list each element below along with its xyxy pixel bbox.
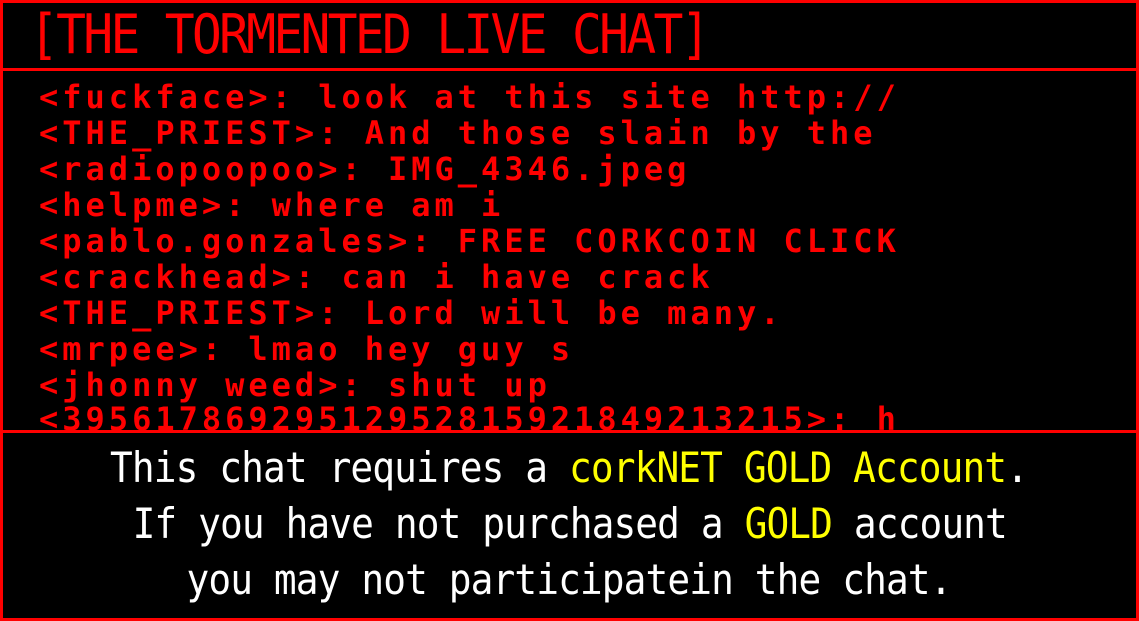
message-text: : lmao hey guy s xyxy=(201,330,575,368)
message-username: <fuckface> xyxy=(39,78,272,116)
gold-highlight: GOLD xyxy=(744,499,832,548)
message-username: <THE_PRIEST> xyxy=(39,114,319,152)
chat-window: [THE TORMENTED LIVE CHAT] <fuckface>: lo… xyxy=(0,0,1139,621)
chat-message: <fuckface>: look at this site http:// xyxy=(39,79,900,115)
message-username: <radiopoopoo> xyxy=(39,150,342,188)
chat-log[interactable]: <fuckface>: look at this site http:// <T… xyxy=(3,71,1136,433)
notice-line-1: This chat requires a corkNET GOLD Accoun… xyxy=(3,441,1136,495)
message-username: <pablo.gonzales> xyxy=(39,222,412,260)
message-text: : shut up xyxy=(341,366,551,404)
message-username: <crackhead> xyxy=(39,258,295,296)
message-text: : And those slain by the xyxy=(318,114,877,152)
message-username: <mrpee> xyxy=(39,330,202,368)
message-username: <39561786929512952815921849213215> xyxy=(39,400,831,433)
message-username: <jhonny weed> xyxy=(39,366,342,404)
message-text: : h xyxy=(830,400,900,433)
notice-text: . xyxy=(1006,443,1030,492)
chat-message: <pablo.gonzales>: FREE CORKCOIN CLICK xyxy=(39,223,900,259)
gold-account-link[interactable]: corkNET GOLD Account xyxy=(569,443,1007,492)
message-text: : can i have crack xyxy=(294,258,714,296)
chat-message: <THE_PRIEST>: And those slain by the xyxy=(39,115,877,151)
chat-title: [THE TORMENTED LIVE CHAT] xyxy=(29,3,711,66)
chat-message: <jhonny weed>: shut up xyxy=(39,367,551,403)
chat-message: <mrpee>: lmao hey guy s xyxy=(39,331,574,367)
notice-text: This chat requires a xyxy=(110,443,570,492)
message-text: : Lord will be many. xyxy=(318,294,784,332)
chat-message: <helpme>: where am i xyxy=(39,187,504,223)
message-text: : IMG_4346.jpeg xyxy=(341,150,691,188)
chat-message: <39561786929512952815921849213215>: h xyxy=(39,400,900,433)
message-text: : look at this site http:// xyxy=(271,78,900,116)
message-text: : FREE CORKCOIN CLICK xyxy=(411,222,900,260)
title-bar: [THE TORMENTED LIVE CHAT] xyxy=(3,3,1136,71)
message-username: <helpme> xyxy=(39,186,226,224)
chat-message: <radiopoopoo>: IMG_4346.jpeg xyxy=(39,151,690,187)
chat-message: <crackhead>: can i have crack xyxy=(39,259,714,295)
gold-account-notice: This chat requires a corkNET GOLD Accoun… xyxy=(3,433,1136,618)
notice-text: you may not participatein the chat. xyxy=(186,555,953,604)
notice-text: If you have not purchased a xyxy=(132,499,745,548)
message-text: : where am i xyxy=(225,186,505,224)
notice-text: account xyxy=(831,499,1008,548)
message-username: <THE_PRIEST> xyxy=(39,294,319,332)
notice-line-2: If you have not purchased a GOLD account xyxy=(3,497,1136,551)
notice-line-3: you may not participatein the chat. xyxy=(3,553,1136,607)
chat-message: <THE_PRIEST>: Lord will be many. xyxy=(39,295,784,331)
